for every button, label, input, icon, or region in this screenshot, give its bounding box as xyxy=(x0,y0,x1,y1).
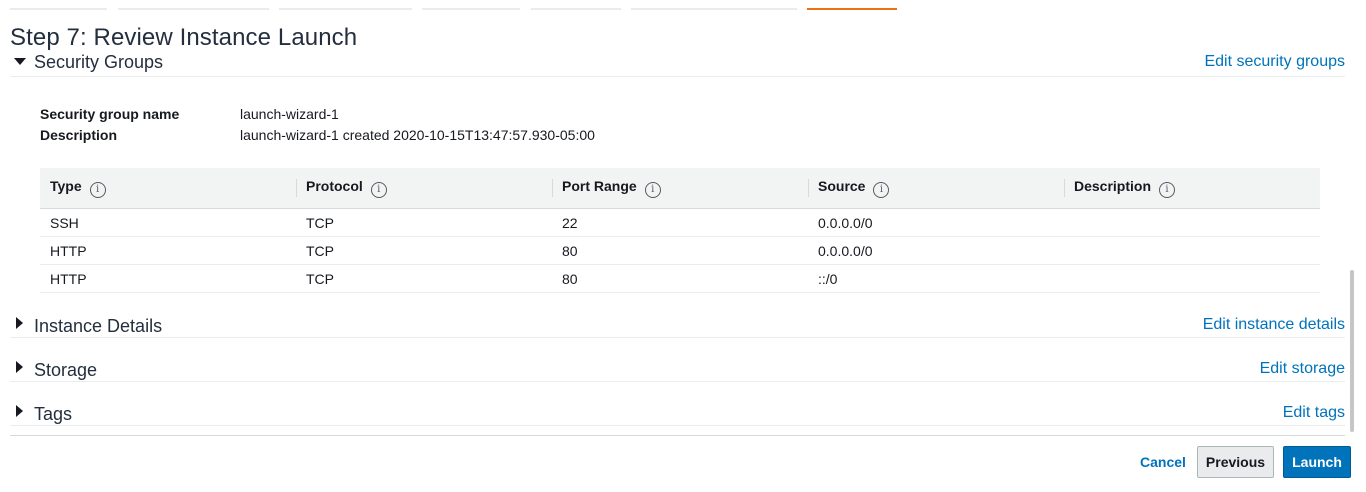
table-row: HTTP TCP 80 ::/0 xyxy=(40,264,1320,293)
cell-port-range: 22 xyxy=(552,208,808,237)
section-header-security-groups[interactable]: Security Groups Edit security groups xyxy=(10,48,1345,77)
section-header-storage[interactable]: Storage Edit storage xyxy=(10,353,1345,382)
info-icon[interactable]: i xyxy=(644,182,661,198)
caret-right-icon[interactable] xyxy=(14,397,26,425)
cell-protocol: TCP xyxy=(296,236,552,265)
column-header-description: Description i xyxy=(1064,168,1320,209)
wizard-step-tab[interactable] xyxy=(422,8,520,10)
scrollbar-thumb[interactable] xyxy=(1350,270,1354,432)
caret-down-icon[interactable] xyxy=(14,48,26,76)
cell-source: ::/0 xyxy=(808,264,1064,293)
cancel-button[interactable]: Cancel xyxy=(1136,447,1190,478)
cell-source: 0.0.0.0/0 xyxy=(808,236,1064,265)
info-icon[interactable]: i xyxy=(1159,182,1176,198)
column-header-port-range: Port Range i xyxy=(552,168,808,209)
cell-protocol: TCP xyxy=(296,208,552,237)
info-icon[interactable]: i xyxy=(873,182,890,198)
table-row: HTTP TCP 80 0.0.0.0/0 xyxy=(40,236,1320,265)
table-header-row: Type i Protocol i Port Range i Source i Desc… xyxy=(40,168,1320,209)
edit-storage-link[interactable]: Edit storage xyxy=(1260,360,1345,378)
wizard-step-bar xyxy=(0,0,1366,12)
cell-source: 0.0.0.0/0 xyxy=(808,208,1064,237)
caret-right-icon[interactable] xyxy=(14,309,26,337)
cell-port-range: 80 xyxy=(552,264,808,293)
wizard-step-tab[interactable] xyxy=(631,8,797,10)
security-group-name-value: launch-wizard-1 xyxy=(240,106,339,122)
section-header-tags[interactable]: Tags Edit tags xyxy=(10,397,1345,426)
edit-security-groups-link[interactable]: Edit security groups xyxy=(1204,53,1345,71)
security-rules-table: Type i Protocol i Port Range i Source i Desc… xyxy=(40,168,1320,293)
column-header-source: Source i xyxy=(808,168,1064,209)
info-icon[interactable]: i xyxy=(89,182,106,198)
security-group-description-label: Description xyxy=(40,127,118,143)
column-header-type: Type i xyxy=(40,168,296,209)
cell-description xyxy=(1064,264,1320,293)
footer-divider xyxy=(10,435,1345,436)
section-title: Tags xyxy=(34,404,73,424)
wizard-step-tab[interactable] xyxy=(118,8,269,10)
wizard-step-tab[interactable] xyxy=(10,8,107,10)
section-title: Instance Details xyxy=(34,316,163,336)
cell-type: SSH xyxy=(40,208,296,237)
cell-description xyxy=(1064,208,1320,237)
section-title: Storage xyxy=(34,360,98,380)
cell-protocol: TCP xyxy=(296,264,552,293)
cell-type: HTTP xyxy=(40,264,296,293)
table-row: SSH TCP 22 0.0.0.0/0 xyxy=(40,208,1320,237)
section-title: Security Groups xyxy=(34,52,164,72)
cell-type: HTTP xyxy=(40,236,296,265)
edit-instance-details-link[interactable]: Edit instance details xyxy=(1203,316,1345,334)
wizard-step-tab-active[interactable] xyxy=(807,8,897,10)
section-header-instance-details[interactable]: Instance Details Edit instance details xyxy=(10,309,1345,338)
info-icon[interactable]: i xyxy=(370,182,387,198)
cell-description xyxy=(1064,236,1320,265)
caret-right-icon[interactable] xyxy=(14,353,26,381)
security-group-description-value: launch-wizard-1 created 2020-10-15T13:47… xyxy=(240,127,595,143)
column-header-protocol: Protocol i xyxy=(296,168,552,209)
cell-port-range: 80 xyxy=(552,236,808,265)
wizard-step-tab[interactable] xyxy=(531,8,621,10)
wizard-step-tab[interactable] xyxy=(279,8,412,10)
previous-button[interactable]: Previous xyxy=(1197,446,1274,478)
launch-button[interactable]: Launch xyxy=(1283,446,1351,478)
edit-tags-link[interactable]: Edit tags xyxy=(1283,404,1345,422)
security-group-name-label: Security group name xyxy=(40,106,180,122)
